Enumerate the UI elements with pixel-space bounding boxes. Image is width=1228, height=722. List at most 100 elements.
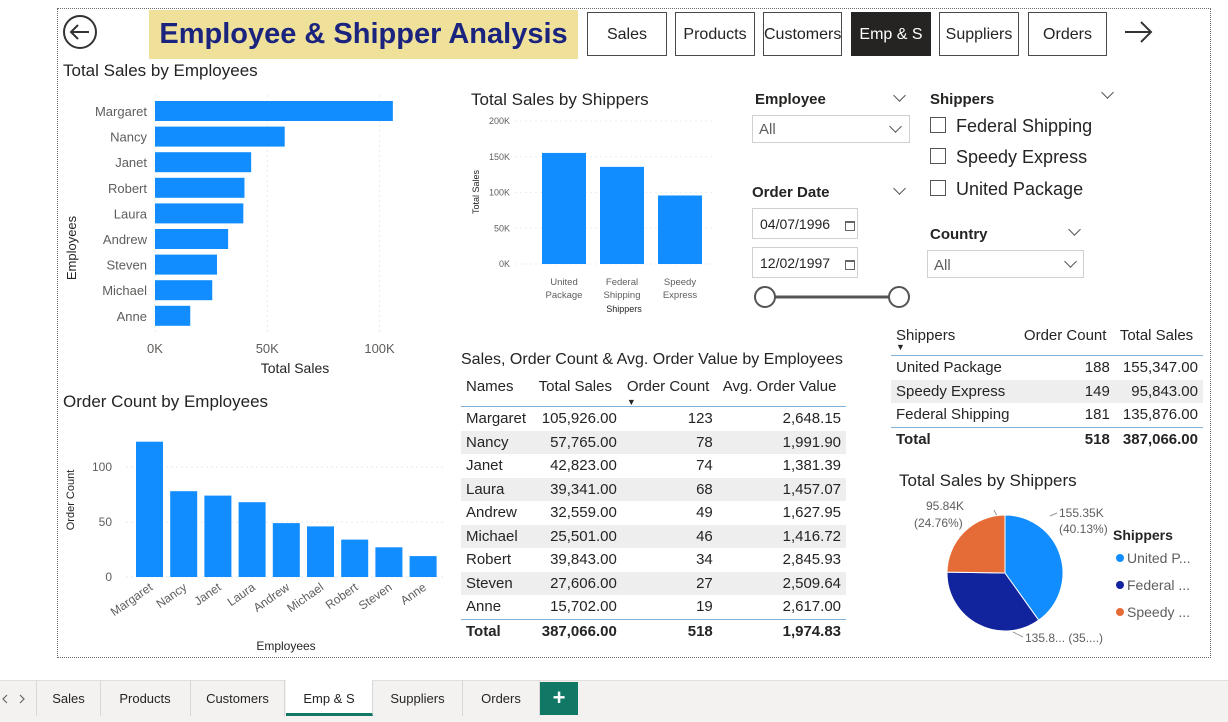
bar[interactable]: [155, 177, 245, 198]
date-range-slider[interactable]: [752, 284, 914, 310]
table-cell: 46: [621, 524, 718, 548]
bar[interactable]: [155, 101, 393, 121]
table-row[interactable]: Margaret 105,926.00 123 2,648.15: [461, 406, 846, 431]
end-date-value: 12/02/1997: [760, 255, 831, 271]
bar[interactable]: [341, 539, 369, 577]
bar[interactable]: [155, 254, 217, 275]
start-date-input[interactable]: 04/07/1996: [752, 208, 858, 239]
bar[interactable]: [155, 203, 244, 224]
bar[interactable]: [155, 305, 191, 326]
table-cell: 19: [696, 598, 713, 616]
table-cell: 2,509.64: [717, 571, 846, 595]
y-category-label: Steven: [107, 258, 147, 273]
bar[interactable]: [272, 523, 300, 577]
table-row[interactable]: Robert 39,843.00 34 2,845.93: [461, 548, 846, 572]
pie-legend-united[interactable]: United P...: [1127, 550, 1191, 566]
calendar-icon[interactable]: [845, 221, 855, 231]
tab-scroll-left-icon[interactable]: [2, 694, 8, 704]
country-dropdown[interactable]: All: [927, 250, 1084, 278]
table-row[interactable]: Janet 42,823.00 74 1,381.39: [461, 454, 846, 478]
checkbox[interactable]: [930, 148, 946, 164]
pie-legend-federal[interactable]: Federal ...: [1127, 577, 1190, 593]
y-category-label: Andrew: [103, 232, 148, 247]
bar[interactable]: [409, 556, 437, 577]
y-category-label: Margaret: [95, 104, 147, 119]
nav-button-sales[interactable]: Sales: [587, 12, 667, 56]
tab-scroll-arrows[interactable]: [0, 692, 30, 706]
bar[interactable]: [204, 495, 232, 577]
checkbox[interactable]: [930, 180, 946, 196]
table-cell: 74: [696, 457, 713, 475]
tab-sales[interactable]: Sales: [36, 680, 101, 716]
tab-emp-s[interactable]: Emp & S: [286, 680, 373, 716]
right-arrow-icon[interactable]: [1122, 18, 1156, 46]
bar[interactable]: [155, 280, 213, 301]
bar[interactable]: [155, 229, 229, 249]
bar[interactable]: [155, 126, 285, 147]
emp-sales-chart-title: Total Sales by Employees: [63, 61, 258, 80]
table-row[interactable]: United Package 188 155,347.00: [891, 355, 1203, 380]
back-arrow-circle-icon[interactable]: [62, 14, 98, 50]
bar[interactable]: [600, 166, 644, 264]
bar[interactable]: [136, 441, 163, 577]
checkbox[interactable]: [930, 117, 946, 133]
nav-button-emp-s[interactable]: Emp & S: [851, 12, 931, 56]
bar[interactable]: [170, 491, 198, 577]
y-tick-label: 0: [105, 570, 112, 584]
slider-end-handle[interactable]: [888, 286, 910, 308]
employee-dropdown[interactable]: All: [752, 115, 910, 143]
table-row[interactable]: Nancy 57,765.00 78 1,991.90: [461, 430, 846, 454]
nav-button-suppliers[interactable]: Suppliers: [939, 12, 1019, 56]
table-total-cell: 1,974.83: [717, 618, 846, 643]
pie-label-speedy-pct: (24.76%): [914, 516, 963, 530]
pie-legend-speedy[interactable]: Speedy ...: [1127, 604, 1190, 620]
end-date-input[interactable]: 12/02/1997: [752, 247, 858, 278]
table-row[interactable]: Steven 27,606.00 27 2,509.64: [461, 571, 846, 595]
column-header-total-sales[interactable]: Total Sales: [534, 374, 622, 407]
order-count-x-axis-label: Employees: [256, 639, 315, 653]
tab-scroll-right-icon[interactable]: [19, 694, 25, 704]
column-header-shippers[interactable]: Shippers ▼: [891, 323, 1019, 356]
bar[interactable]: [238, 502, 266, 577]
column-header-order-count[interactable]: Order Count ▼: [622, 374, 718, 407]
table-row[interactable]: Federal Shipping 181 135,876.00: [891, 403, 1203, 427]
table-row[interactable]: Speedy Express 149 95,843.00: [891, 379, 1203, 403]
country-slicer-label: Country: [930, 226, 988, 243]
bar[interactable]: [375, 547, 403, 577]
column-header-order-count[interactable]: Order Count: [1019, 323, 1115, 356]
table-row[interactable]: Michael 25,501.00 46 1,416.72: [461, 524, 846, 548]
table-row[interactable]: Andrew 32,559.00 49 1,627.95: [461, 501, 846, 525]
nav-button-customers[interactable]: Customers: [763, 12, 842, 56]
bar[interactable]: [542, 152, 586, 264]
table-cell: 15,702.00: [550, 598, 617, 616]
tab-suppliers[interactable]: Suppliers: [373, 680, 463, 716]
add-page-button[interactable]: +: [540, 682, 578, 715]
x-category-label: Nancy: [154, 580, 190, 611]
slider-start-handle[interactable]: [754, 286, 776, 308]
column-header-total-sales[interactable]: Total Sales: [1115, 323, 1203, 356]
nav-button-orders[interactable]: Orders: [1028, 12, 1107, 56]
order-count-chart: Order Count Employees 0 50 100 MargaretNanc…: [65, 441, 445, 653]
calendar-icon[interactable]: [845, 260, 855, 270]
table-total-row: Total 387,066.00 518 1,974.83: [461, 618, 846, 643]
bar[interactable]: [658, 195, 702, 264]
table-cell: 95,843.00: [1114, 379, 1203, 403]
tab-products[interactable]: Products: [100, 680, 191, 716]
nav-button-products[interactable]: Products: [675, 12, 755, 56]
table-total-cell: 387,066.00: [533, 618, 622, 643]
table-cell: 149: [1018, 379, 1115, 403]
column-header-names[interactable]: Names: [461, 374, 534, 407]
table-row[interactable]: Anne 15,702.00 19 2,617.00: [461, 595, 846, 619]
table-total-cell: Total: [461, 618, 534, 643]
tab-orders[interactable]: Orders: [463, 680, 540, 716]
bar[interactable]: [307, 526, 334, 577]
bar[interactable]: [155, 152, 252, 173]
table-cell: 78: [621, 430, 718, 454]
employee-slicer-label: Employee: [755, 91, 826, 108]
tab-customers[interactable]: Customers: [191, 680, 285, 716]
table-cell: Laura: [461, 477, 534, 501]
column-header-avg-order-value[interactable]: Avg. Order Value: [718, 374, 846, 407]
table-row[interactable]: Laura 39,341.00 68 1,457.07: [461, 477, 846, 501]
x-tick-label: 50K: [256, 341, 279, 356]
table-cell: 155,347.00: [1114, 355, 1203, 380]
